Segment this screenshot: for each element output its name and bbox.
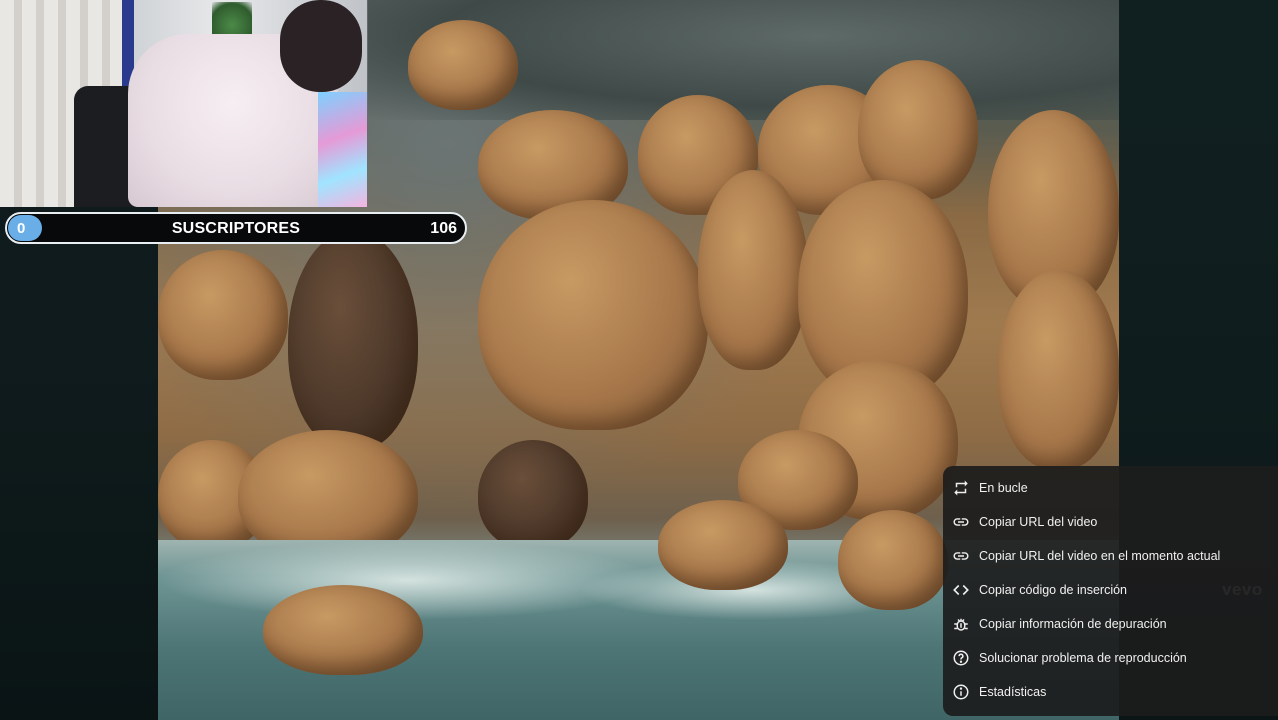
link-icon xyxy=(951,512,971,532)
info-icon xyxy=(951,682,971,702)
bug-icon xyxy=(951,614,971,634)
streamer-head xyxy=(280,0,362,92)
loop-icon xyxy=(951,478,971,498)
sea-lion xyxy=(158,250,288,380)
sea-lion xyxy=(478,440,588,550)
sea-lion xyxy=(288,230,418,450)
subscriber-goal: 106 xyxy=(430,220,457,237)
webcam-overlay xyxy=(0,0,367,207)
sea-lion xyxy=(658,500,788,590)
embed-code-icon xyxy=(951,580,971,600)
menu-item-copy-debug-info[interactable]: Copiar información de depuración xyxy=(943,607,1278,641)
menu-item-label: Copiar información de depuración xyxy=(979,617,1167,631)
menu-item-copy-url-at-time[interactable]: Copiar URL del video en el momento actua… xyxy=(943,539,1278,573)
menu-item-label: Copiar URL del video en el momento actua… xyxy=(979,549,1221,563)
menu-item-label: En bucle xyxy=(979,481,1028,495)
sea-lion xyxy=(698,170,808,370)
sea-lion xyxy=(858,60,978,200)
sea-lion xyxy=(408,20,518,110)
menu-item-label: Estadísticas xyxy=(979,685,1047,699)
menu-item-stats[interactable]: Estadísticas xyxy=(943,675,1278,709)
menu-item-loop[interactable]: En bucle xyxy=(943,471,1278,505)
menu-item-copy-url[interactable]: Copiar URL del video xyxy=(943,505,1278,539)
sea-lion xyxy=(263,585,423,675)
subscriber-goal-bar: 0 SUSCRIPTORES 106 xyxy=(5,212,467,244)
sea-lion xyxy=(998,270,1119,470)
help-icon xyxy=(951,648,971,668)
menu-item-label: Copiar URL del video xyxy=(979,515,1098,529)
sea-lion xyxy=(478,200,708,430)
tie-dye-cloth xyxy=(318,92,367,207)
link-icon xyxy=(951,546,971,566)
player-context-menu: En bucle Copiar URL del video Copiar URL… xyxy=(943,466,1278,716)
menu-item-copy-embed-code[interactable]: Copiar código de inserción xyxy=(943,573,1278,607)
menu-item-label: Copiar código de inserción xyxy=(979,583,1128,597)
subscriber-label: SUSCRIPTORES xyxy=(171,220,301,237)
menu-item-troubleshoot-playback[interactable]: Solucionar problema de reproducción xyxy=(943,641,1278,675)
sea-lion xyxy=(838,510,948,610)
menu-item-label: Solucionar problema de reproducción xyxy=(979,651,1187,665)
